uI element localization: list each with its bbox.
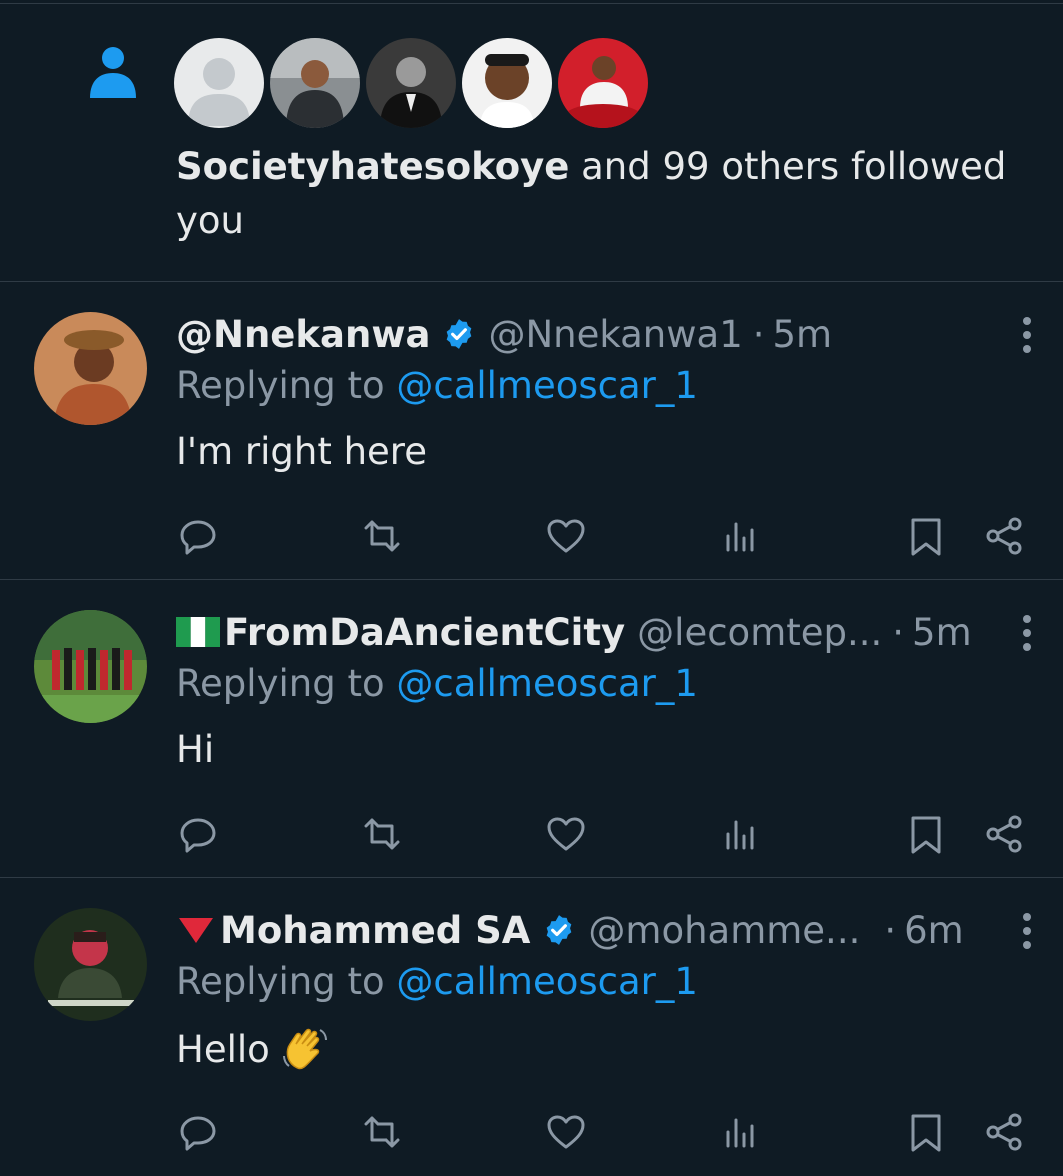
follower-avatars (174, 38, 648, 130)
avatar[interactable] (34, 908, 147, 1021)
handle[interactable]: @Nnekanwa1 (488, 313, 742, 356)
bookmark-icon[interactable] (904, 812, 948, 856)
verified-badge-icon (547, 915, 572, 945)
nigeria-flag-icon (176, 617, 220, 647)
avatar[interactable] (34, 610, 147, 723)
more-options-icon[interactable] (1021, 912, 1033, 950)
replying-to-mention[interactable]: @callmeoscar_1 (396, 662, 698, 705)
display-name[interactable]: FromDaAncientCity (224, 611, 625, 654)
display-name[interactable]: @Nnekanwa (176, 313, 430, 356)
more-options-icon[interactable] (1021, 316, 1033, 354)
separator: · (892, 610, 905, 654)
verified-badge-icon (447, 319, 472, 349)
waving-hand-icon (282, 1028, 327, 1070)
person-icon (90, 47, 136, 98)
follow-notification[interactable]: Societyhatesokoye and 99 others followed… (0, 0, 1063, 282)
views-icon[interactable] (720, 1110, 764, 1154)
tweet-header: Mohammed SA @mohamme... · 6m (176, 900, 964, 960)
replying-to-mention[interactable]: @callmeoscar_1 (396, 960, 698, 1003)
follower-avatar-4[interactable] (462, 38, 552, 128)
action-bar (0, 802, 1063, 862)
display-name[interactable]: Mohammed SA (220, 909, 530, 952)
retweet-icon[interactable] (360, 514, 404, 558)
red-triangle-icon (179, 918, 213, 943)
follower-avatar-5[interactable] (558, 38, 648, 128)
replying-to: Replying to @callmeoscar_1 (176, 662, 698, 705)
action-bar (0, 1100, 1063, 1160)
tweet[interactable]: @Nnekanwa @Nnekanwa1 · 5m Replying to @c… (0, 282, 1063, 580)
share-icon[interactable] (983, 1110, 1027, 1154)
reply-icon[interactable] (176, 812, 220, 856)
separator: · (884, 908, 897, 952)
tweet-text: Hello (176, 1027, 270, 1071)
tweet-text: Hi (176, 728, 215, 771)
timestamp[interactable]: 6m (904, 909, 964, 952)
reply-icon[interactable] (176, 1110, 220, 1154)
replying-to-label: Replying to (176, 662, 397, 705)
default-avatar[interactable] (174, 38, 264, 128)
follower-name[interactable]: Societyhatesokoye (176, 145, 569, 188)
like-icon[interactable] (544, 812, 588, 856)
retweet-icon[interactable] (360, 812, 404, 856)
tweet-header: @Nnekanwa @Nnekanwa1 · 5m (176, 304, 832, 364)
replying-to-label: Replying to (176, 960, 397, 1003)
handle[interactable]: @lecomtep... (637, 611, 882, 654)
like-icon[interactable] (544, 514, 588, 558)
replying-to-mention[interactable]: @callmeoscar_1 (396, 364, 698, 407)
handle[interactable]: @mohamme... (588, 909, 860, 952)
reply-icon[interactable] (176, 514, 220, 558)
share-icon[interactable] (983, 514, 1027, 558)
tweet-text-container: Hello (176, 1026, 330, 1072)
like-icon[interactable] (544, 1110, 588, 1154)
follow-text: Societyhatesokoye and 99 others followed… (176, 140, 1036, 248)
replying-to: Replying to @callmeoscar_1 (176, 364, 698, 407)
timestamp[interactable]: 5m (912, 611, 972, 654)
action-bar (0, 504, 1063, 564)
follower-avatar-3[interactable] (366, 38, 456, 128)
views-icon[interactable] (720, 812, 764, 856)
tweet[interactable]: FromDaAncientCity @lecomtep... · 5m Repl… (0, 580, 1063, 878)
tweet[interactable]: Mohammed SA @mohamme... · 6m Replying to… (0, 878, 1063, 1176)
follower-avatar-2[interactable] (270, 38, 360, 128)
replying-to-label: Replying to (176, 364, 397, 407)
separator: · (752, 312, 765, 356)
bookmark-icon[interactable] (904, 514, 948, 558)
retweet-icon[interactable] (360, 1110, 404, 1154)
bookmark-icon[interactable] (904, 1110, 948, 1154)
tweet-header: FromDaAncientCity @lecomtep... · 5m (176, 602, 972, 662)
views-icon[interactable] (720, 514, 764, 558)
replying-to: Replying to @callmeoscar_1 (176, 960, 698, 1003)
timestamp[interactable]: 5m (773, 313, 833, 356)
avatar[interactable] (34, 312, 147, 425)
more-options-icon[interactable] (1021, 614, 1033, 652)
share-icon[interactable] (983, 812, 1027, 856)
tweet-text: I'm right here (176, 430, 427, 473)
